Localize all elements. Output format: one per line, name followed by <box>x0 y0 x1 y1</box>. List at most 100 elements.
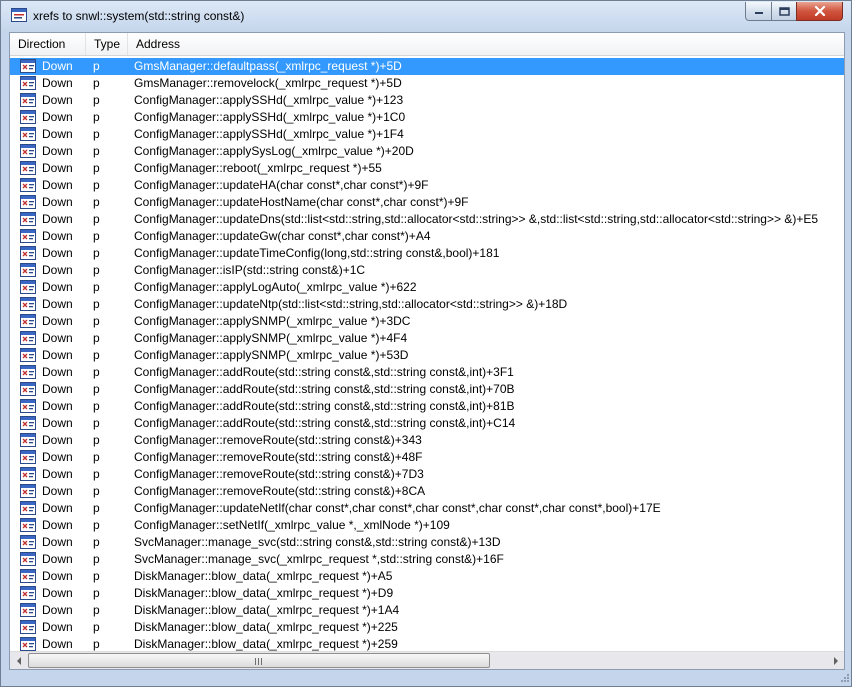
xref-row[interactable]: Down p ConfigManager::removeRoute(std::str… <box>10 449 844 466</box>
xref-address: ConfigManager::removeRoute(std::string c… <box>134 433 422 447</box>
xref-row[interactable]: Down p ConfigManager::removeRoute(std::str… <box>10 466 844 483</box>
xref-address: DiskManager::blow_data(_xmlrpc_request *… <box>134 586 394 600</box>
xref-type: p <box>93 263 100 277</box>
xref-row[interactable]: Down p ConfigManager::updateNetIf(char con… <box>10 500 844 517</box>
xref-code-icon <box>20 161 36 175</box>
xref-address: ConfigManager::addRoute(std::string cons… <box>134 365 514 379</box>
xref-row[interactable]: Down p GmsManager::defaultpass(_xmlrpc_req… <box>10 58 844 75</box>
title-bar[interactable]: xrefs to snwl::system(std::string const&… <box>1 1 851 31</box>
xref-address: ConfigManager::applyLogAuto(_xmlrpc_valu… <box>134 280 417 294</box>
xref-row[interactable]: Down p DiskManager::blow_data(_xmlrpc_requ… <box>10 602 844 619</box>
xref-code-icon <box>20 399 36 413</box>
xref-code-icon <box>20 263 36 277</box>
xref-row[interactable]: Down p ConfigManager::updateNtp(std::list<… <box>10 296 844 313</box>
xref-row[interactable]: Down p GmsManager::removelock(_xmlrpc_requ… <box>10 75 844 92</box>
xref-type: p <box>93 195 100 209</box>
resize-grip-icon[interactable] <box>838 673 850 685</box>
xref-row[interactable]: Down p ConfigManager::addRoute(std::string… <box>10 364 844 381</box>
xref-code-icon <box>20 144 36 158</box>
xref-address: DiskManager::blow_data(_xmlrpc_request *… <box>134 620 398 634</box>
xref-code-icon <box>20 637 36 651</box>
xref-row[interactable]: Down p ConfigManager::applySNMP(_xmlrpc_va… <box>10 330 844 347</box>
xref-code-icon <box>20 416 36 430</box>
xref-type: p <box>93 212 100 226</box>
scroll-right-button[interactable] <box>827 652 844 669</box>
xref-direction: Down <box>42 195 73 209</box>
minimize-button[interactable] <box>745 2 772 21</box>
maximize-button[interactable] <box>771 2 797 21</box>
xref-row[interactable]: Down p SvcManager::manage_svc(_xmlrpc_requ… <box>10 551 844 568</box>
column-header-type[interactable]: Type <box>86 33 128 55</box>
xref-row[interactable]: Down p ConfigManager::updateTimeConfig(lon… <box>10 245 844 262</box>
xref-direction: Down <box>42 552 73 566</box>
xref-row[interactable]: Down p ConfigManager::updateHA(char const*… <box>10 177 844 194</box>
scroll-left-button[interactable] <box>10 652 27 669</box>
xref-type: p <box>93 603 100 617</box>
close-button[interactable] <box>796 2 843 21</box>
xref-direction: Down <box>42 127 73 141</box>
xref-row[interactable]: Down p ConfigManager::addRoute(std::string… <box>10 398 844 415</box>
xref-type: p <box>93 382 100 396</box>
xref-row[interactable]: Down p ConfigManager::applySSHd(_xmlrpc_va… <box>10 126 844 143</box>
xref-type: p <box>93 365 100 379</box>
xref-address: ConfigManager::updateNtp(std::list<std::… <box>134 297 568 311</box>
xref-address: DiskManager::blow_data(_xmlrpc_request *… <box>134 603 400 617</box>
xref-row[interactable]: Down p ConfigManager::applySNMP(_xmlrpc_va… <box>10 347 844 364</box>
column-header-address[interactable]: Address <box>128 33 844 55</box>
xref-code-icon <box>20 433 36 447</box>
xref-code-icon <box>20 467 36 481</box>
xref-row[interactable]: Down p ConfigManager::applySNMP(_xmlrpc_va… <box>10 313 844 330</box>
xref-address: GmsManager::removelock(_xmlrpc_request *… <box>134 76 402 90</box>
horizontal-scrollbar[interactable] <box>10 651 844 669</box>
xref-type: p <box>93 569 100 583</box>
xref-row[interactable]: Down p DiskManager::blow_data(_xmlrpc_requ… <box>10 585 844 602</box>
xref-code-icon <box>20 331 36 345</box>
xref-row[interactable]: Down p ConfigManager::applyLogAuto(_xmlrpc… <box>10 279 844 296</box>
xref-code-icon <box>20 93 36 107</box>
xref-row[interactable]: Down p SvcManager::manage_svc(std::string … <box>10 534 844 551</box>
xref-row[interactable]: Down p ConfigManager::applySSHd(_xmlrpc_va… <box>10 109 844 126</box>
xref-row[interactable]: Down p ConfigManager::setNetIf(_xmlrpc_val… <box>10 517 844 534</box>
xref-address: ConfigManager::updateDns(std::list<std::… <box>134 212 819 226</box>
xref-row[interactable]: Down p ConfigManager::applySSHd(_xmlrpc_va… <box>10 92 844 109</box>
xref-code-icon <box>20 518 36 532</box>
xref-address: ConfigManager::updateGw(char const*,char… <box>134 229 431 243</box>
xref-row[interactable]: Down p ConfigManager::removeRoute(std::str… <box>10 432 844 449</box>
xref-type: p <box>93 76 100 90</box>
xref-code-icon <box>20 76 36 90</box>
xref-type: p <box>93 518 100 532</box>
xref-row[interactable]: Down p DiskManager::blow_data(_xmlrpc_requ… <box>10 568 844 585</box>
xref-type: p <box>93 416 100 430</box>
xref-row[interactable]: Down p ConfigManager::applySysLog(_xmlrpc_… <box>10 143 844 160</box>
xref-direction: Down <box>42 365 73 379</box>
xref-row[interactable]: Down p ConfigManager::addRoute(std::string… <box>10 415 844 432</box>
xref-address: SvcManager::manage_svc(std::string const… <box>134 535 501 549</box>
xref-row[interactable]: Down p ConfigManager::updateHostName(char … <box>10 194 844 211</box>
xref-type: p <box>93 535 100 549</box>
column-header-direction[interactable]: Direction <box>10 33 86 55</box>
xref-row[interactable]: Down p DiskManager::blow_data(_xmlrpc_requ… <box>10 619 844 636</box>
xref-code-icon <box>20 365 36 379</box>
xref-type: p <box>93 297 100 311</box>
xref-address: ConfigManager::applySSHd(_xmlrpc_value *… <box>134 93 404 107</box>
xref-type: p <box>93 280 100 294</box>
xref-row[interactable]: Down p ConfigManager::reboot(_xmlrpc_reque… <box>10 160 844 177</box>
xref-row[interactable]: Down p ConfigManager::updateDns(std::list<… <box>10 211 844 228</box>
xref-list-view[interactable]: Direction Type Address Down p GmsManager::… <box>9 32 845 670</box>
xref-address: SvcManager::manage_svc(_xmlrpc_request *… <box>134 552 504 566</box>
xref-type: p <box>93 127 100 141</box>
xref-address: ConfigManager::updateHostName(char const… <box>134 195 469 209</box>
arrow-right-icon <box>833 656 838 665</box>
xref-row[interactable]: Down p ConfigManager::updateGw(char const*… <box>10 228 844 245</box>
window-title: xrefs to snwl::system(std::string const&… <box>33 9 245 23</box>
xref-direction: Down <box>42 433 73 447</box>
maximize-icon <box>778 6 790 16</box>
xref-direction: Down <box>42 586 73 600</box>
xref-code-icon <box>20 229 36 243</box>
scrollbar-thumb[interactable] <box>28 653 490 668</box>
xref-row[interactable]: Down p ConfigManager::removeRoute(std::str… <box>10 483 844 500</box>
xref-address: ConfigManager::applySNMP(_xmlrpc_value *… <box>134 331 408 345</box>
xref-row[interactable]: Down p ConfigManager::addRoute(std::string… <box>10 381 844 398</box>
xref-direction: Down <box>42 246 73 260</box>
xref-row[interactable]: Down p ConfigManager::isIP(std::string con… <box>10 262 844 279</box>
